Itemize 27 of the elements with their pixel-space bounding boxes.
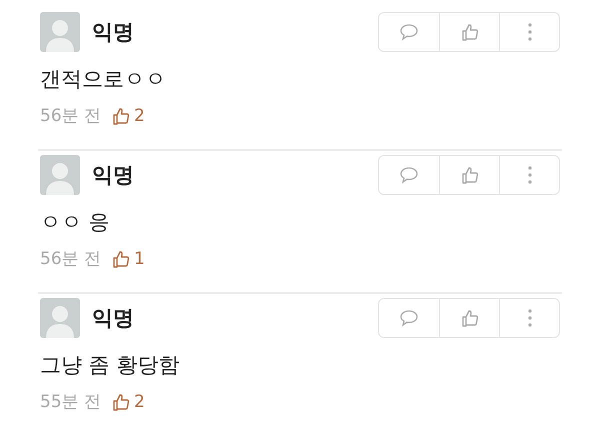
like-count: 2: [134, 392, 145, 412]
more-icon: [528, 23, 532, 41]
comment-text: 그냥 좀 황당함: [40, 352, 180, 378]
author-name: 익명: [92, 305, 134, 332]
author-name: 익명: [92, 19, 134, 46]
thumbs-up-icon: [111, 106, 132, 126]
more-icon: [528, 166, 532, 184]
speech-bubble-icon: [399, 308, 419, 328]
comment-text: 갠적으로ㅇㅇ: [40, 66, 167, 92]
timestamp: 56분 전: [40, 248, 102, 270]
author-name: 익명: [92, 162, 134, 189]
avatar-icon: [40, 155, 80, 195]
avatar-icon: [40, 12, 80, 52]
thumbs-up-icon: [460, 308, 480, 328]
timestamp: 56분 전: [40, 105, 102, 127]
speech-bubble-icon: [399, 165, 419, 185]
like-count: 2: [134, 106, 145, 126]
timestamp: 55분 전: [40, 391, 102, 413]
like-count: 1: [134, 248, 145, 268]
speech-bubble-icon: [399, 22, 419, 42]
thumbs-up-icon: [460, 22, 480, 42]
thumbs-up-icon: [111, 248, 132, 268]
avatar-icon: [40, 298, 80, 338]
more-icon: [528, 309, 532, 327]
thumbs-up-icon: [111, 392, 132, 412]
thumbs-up-icon: [460, 165, 480, 185]
comment-text: ㅇㅇ 응: [40, 209, 111, 235]
